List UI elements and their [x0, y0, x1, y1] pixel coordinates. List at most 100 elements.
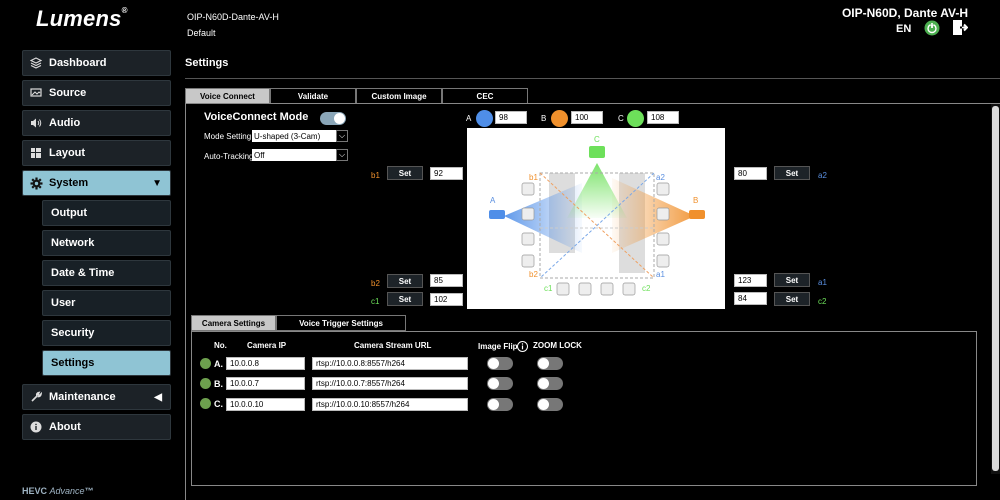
power-icon[interactable] — [924, 20, 940, 36]
tab-voice-connect[interactable]: Voice Connect — [185, 88, 270, 104]
zone-a1-input[interactable]: 123 — [734, 274, 767, 287]
zone-c1-set-button[interactable]: Set — [387, 292, 423, 306]
sidebar-item-network[interactable]: Network — [42, 230, 171, 256]
sidebar-item-label: Source — [49, 87, 87, 99]
column-header-stream-url: Camera Stream URL — [354, 341, 432, 350]
zone-a2-input[interactable]: 80 — [734, 167, 767, 180]
tab-camera-settings[interactable]: Camera Settings — [191, 315, 276, 331]
zone-b1-set-button[interactable]: Set — [387, 166, 423, 180]
sidebar-item-dashboard[interactable]: Dashboard — [22, 50, 171, 76]
sidebar-item-label: Settings — [51, 357, 95, 369]
camera-a-input[interactable]: 98 — [495, 111, 527, 124]
auto-tracking-select[interactable]: Off — [252, 149, 336, 161]
camera-ip-input[interactable]: 10.0.0.10 — [226, 398, 305, 411]
sidebar-item-user[interactable]: User — [42, 290, 171, 316]
diagram-label-c2: c2 — [642, 284, 651, 293]
sidebar-item-system[interactable]: System ▼ — [22, 170, 171, 196]
info-icon[interactable] — [517, 339, 528, 352]
zone-b1-input[interactable]: 92 — [430, 167, 463, 180]
tab-cec[interactable]: CEC — [442, 88, 528, 104]
sidebar-item-source[interactable]: Source — [22, 80, 171, 106]
camera-status-icon — [200, 398, 211, 409]
chevron-down-icon[interactable]: ⌵ — [336, 130, 348, 142]
brand-logo: Lumens® — [36, 6, 128, 31]
sidebar-item-label: System — [49, 177, 89, 189]
column-header-zoom-lock: ZOOM LOCK — [533, 341, 582, 350]
sidebar-item-label: Layout — [49, 147, 86, 159]
image-flip-toggle[interactable] — [487, 398, 513, 411]
diagram-label-a: A — [490, 196, 496, 205]
chevron-down-icon[interactable]: ⌵ — [336, 149, 348, 161]
camera-ip-input[interactable]: 10.0.0.7 — [226, 377, 305, 390]
camera-ip-input[interactable]: 10.0.0.8 — [226, 357, 305, 370]
zone-a2-set-button[interactable]: Set — [774, 166, 810, 180]
sidebar-item-audio[interactable]: Audio — [22, 110, 171, 136]
diagram-label-c: C — [594, 135, 600, 144]
diagram-label-b2: b2 — [529, 270, 538, 279]
stream-url-input[interactable]: rtsp://10.0.0.10:8557/h264 — [312, 398, 468, 411]
sidebar-item-layout[interactable]: Layout — [22, 140, 171, 166]
sidebar-item-label: Security — [51, 327, 95, 339]
zone-b2-set-button[interactable]: Set — [387, 274, 423, 288]
camera-a-color-icon — [476, 110, 493, 127]
camera-status-icon — [200, 378, 211, 389]
sidebar-item-date-time[interactable]: Date & Time — [42, 260, 171, 286]
camera-a-icon — [489, 210, 505, 219]
sidebar-item-about[interactable]: About — [22, 414, 171, 440]
sidebar-item-label: Output — [51, 207, 88, 219]
row-label: C. — [214, 399, 223, 409]
logout-icon[interactable] — [951, 19, 969, 36]
camera-settings-panel — [191, 331, 977, 486]
sidebar-item-label: About — [49, 421, 81, 433]
stream-url-input[interactable]: rtsp://10.0.0.8:8557/h264 — [312, 357, 468, 370]
diagram-label-a2: a2 — [656, 173, 665, 182]
zone-c2-set-button[interactable]: Set — [774, 292, 810, 306]
gear-icon — [29, 176, 43, 190]
mode-setting-select[interactable]: U-shaped (3-Cam) — [252, 130, 336, 142]
divider — [185, 78, 1000, 79]
camera-status-icon — [200, 358, 211, 369]
sidebar-item-settings[interactable]: Settings — [42, 350, 171, 376]
column-header-camera-ip: Camera IP — [247, 341, 287, 350]
camera-b-color-icon — [551, 110, 568, 127]
voiceconnect-mode-label: VoiceConnect Mode — [204, 111, 309, 123]
chevron-down-icon: ▼ — [152, 177, 162, 189]
sidebar-item-security[interactable]: Security — [42, 320, 171, 346]
diagram-label-c1: c1 — [544, 284, 553, 293]
zone-c1-label: c1 — [371, 297, 380, 306]
zoom-lock-toggle[interactable] — [537, 398, 563, 411]
camera-c-input[interactable]: 108 — [647, 111, 679, 124]
image-flip-toggle[interactable] — [487, 357, 513, 370]
grid-icon — [29, 146, 43, 160]
camera-b-icon — [689, 210, 705, 219]
sidebar-item-maintenance[interactable]: Maintenance ◀ — [22, 384, 171, 410]
zone-c2-input[interactable]: 84 — [734, 292, 767, 305]
tab-validate[interactable]: Validate — [270, 88, 356, 104]
sidebar-item-label: Maintenance — [49, 391, 116, 403]
zone-c2-label: c2 — [818, 297, 827, 306]
sidebar-item-output[interactable]: Output — [42, 200, 171, 226]
language-selector[interactable]: EN — [896, 23, 911, 35]
voiceconnect-mode-toggle[interactable] — [320, 112, 346, 125]
layers-icon — [29, 56, 43, 70]
column-header-image-flip: Image Flip — [478, 342, 518, 351]
camera-b-input[interactable]: 100 — [571, 111, 603, 124]
zone-c1-input[interactable]: 102 — [430, 293, 463, 306]
zoom-lock-toggle[interactable] — [537, 377, 563, 390]
page-title: Settings — [185, 57, 229, 69]
row-label: B. — [214, 379, 223, 389]
zoom-lock-toggle[interactable] — [537, 357, 563, 370]
zone-b2-input[interactable]: 85 — [430, 274, 463, 287]
device-name: OIP-N60D-Dante-AV-H — [187, 12, 279, 22]
scrollbar-thumb[interactable] — [992, 106, 999, 471]
tab-custom-image[interactable]: Custom Image — [356, 88, 442, 104]
camera-c-icon — [589, 146, 605, 158]
device-profile: Default — [187, 28, 216, 38]
tab-voice-trigger-settings[interactable]: Voice Trigger Settings — [276, 315, 406, 331]
image-flip-toggle[interactable] — [487, 377, 513, 390]
zone-a1-set-button[interactable]: Set — [774, 273, 810, 287]
diagram-label-b: B — [693, 196, 699, 205]
chevron-left-icon: ◀ — [154, 391, 162, 403]
column-header-no: No. — [214, 341, 227, 350]
stream-url-input[interactable]: rtsp://10.0.0.7:8557/h264 — [312, 377, 468, 390]
